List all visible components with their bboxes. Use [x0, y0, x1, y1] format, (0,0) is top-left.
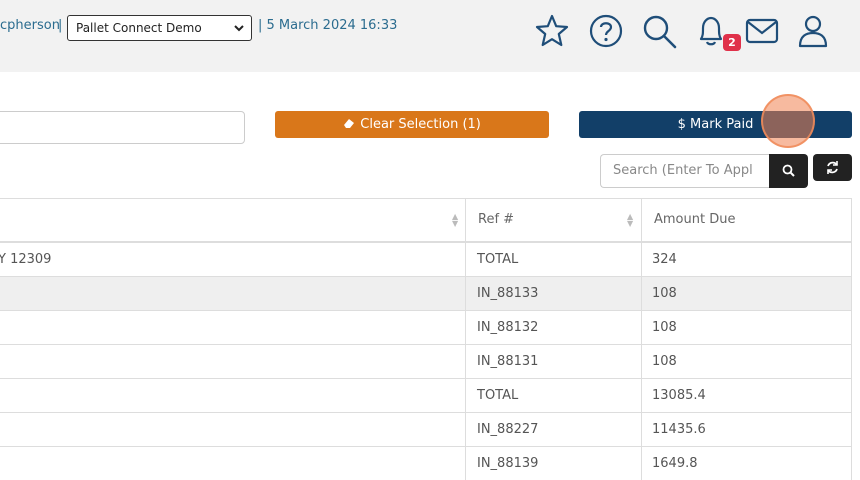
- company-select-value: Pallet Connect Demo: [76, 21, 202, 35]
- cell-amount: 108: [652, 354, 677, 369]
- table-search-button[interactable]: [769, 154, 808, 188]
- cell-ref: IN_88132: [477, 320, 539, 335]
- sort-icon[interactable]: ▲ ▼: [627, 213, 633, 228]
- eraser-icon: [344, 119, 355, 128]
- refresh-icon: [827, 161, 838, 174]
- clear-selection-label: Clear Selection (1): [360, 117, 481, 132]
- search-icon: [782, 164, 795, 177]
- column-header-ref[interactable]: Ref #: [478, 212, 514, 227]
- cell-ref: IN_88133: [477, 286, 539, 301]
- cell-ref: IN_88131: [477, 354, 539, 369]
- mark-paid-label: $ Mark Paid: [677, 117, 754, 132]
- search-icon[interactable]: [640, 12, 678, 50]
- star-icon[interactable]: [533, 12, 571, 50]
- table-search-input[interactable]: Search (Enter To Appl: [600, 154, 770, 188]
- table-row[interactable]: Y 12309 TOTAL 324: [0, 243, 851, 277]
- table-row[interactable]: IN_88139 1649.8: [0, 447, 851, 480]
- header-separator: |: [58, 18, 63, 33]
- column-divider: [641, 198, 642, 480]
- table-search-placeholder: Search (Enter To Appl: [613, 163, 753, 178]
- chevron-down-icon: [233, 22, 245, 37]
- user-profile-icon[interactable]: [794, 12, 832, 50]
- cell-ref: IN_88227: [477, 422, 539, 437]
- table-row[interactable]: IN_88133 108: [0, 277, 851, 311]
- table-row[interactable]: IN_88227 11435.6: [0, 413, 851, 447]
- cell-ref: TOTAL: [477, 252, 519, 267]
- user-name-link[interactable]: cpherson: [0, 18, 60, 33]
- company-select[interactable]: Pallet Connect Demo: [67, 15, 252, 41]
- help-icon[interactable]: [587, 12, 625, 50]
- table-header: ▲ ▼ Ref # ▲ ▼ Amount Due: [0, 198, 851, 243]
- refresh-button[interactable]: [813, 154, 852, 181]
- cell-amount: 13085.4: [652, 388, 706, 403]
- cell-amount: 324: [652, 252, 677, 267]
- cell-amount: 11435.6: [652, 422, 706, 437]
- clear-selection-button[interactable]: Clear Selection (1): [275, 111, 549, 138]
- cell-amount: 108: [652, 286, 677, 301]
- table-row[interactable]: TOTAL 13085.4: [0, 379, 851, 413]
- cell-name: Y 12309: [0, 252, 52, 267]
- sort-icon[interactable]: ▲ ▼: [452, 213, 458, 228]
- table-row[interactable]: IN_88132 108: [0, 311, 851, 345]
- cell-amount: 108: [652, 320, 677, 335]
- mail-icon[interactable]: [743, 12, 781, 50]
- cursor-highlight: [761, 94, 815, 148]
- table-row[interactable]: IN_88131 108: [0, 345, 851, 379]
- cell-ref: IN_88139: [477, 456, 539, 471]
- cell-ref: TOTAL: [477, 388, 519, 403]
- column-header-amount-due[interactable]: Amount Due: [654, 212, 735, 227]
- cell-amount: 1649.8: [652, 456, 698, 471]
- filter-input[interactable]: [0, 111, 245, 144]
- invoice-table: ▲ ▼ Ref # ▲ ▼ Amount Due Y 12309 TOTAL 324…: [0, 198, 852, 480]
- notification-badge: 2: [723, 34, 741, 51]
- current-datetime: | 5 March 2024 16:33: [258, 18, 398, 33]
- column-divider: [465, 198, 466, 480]
